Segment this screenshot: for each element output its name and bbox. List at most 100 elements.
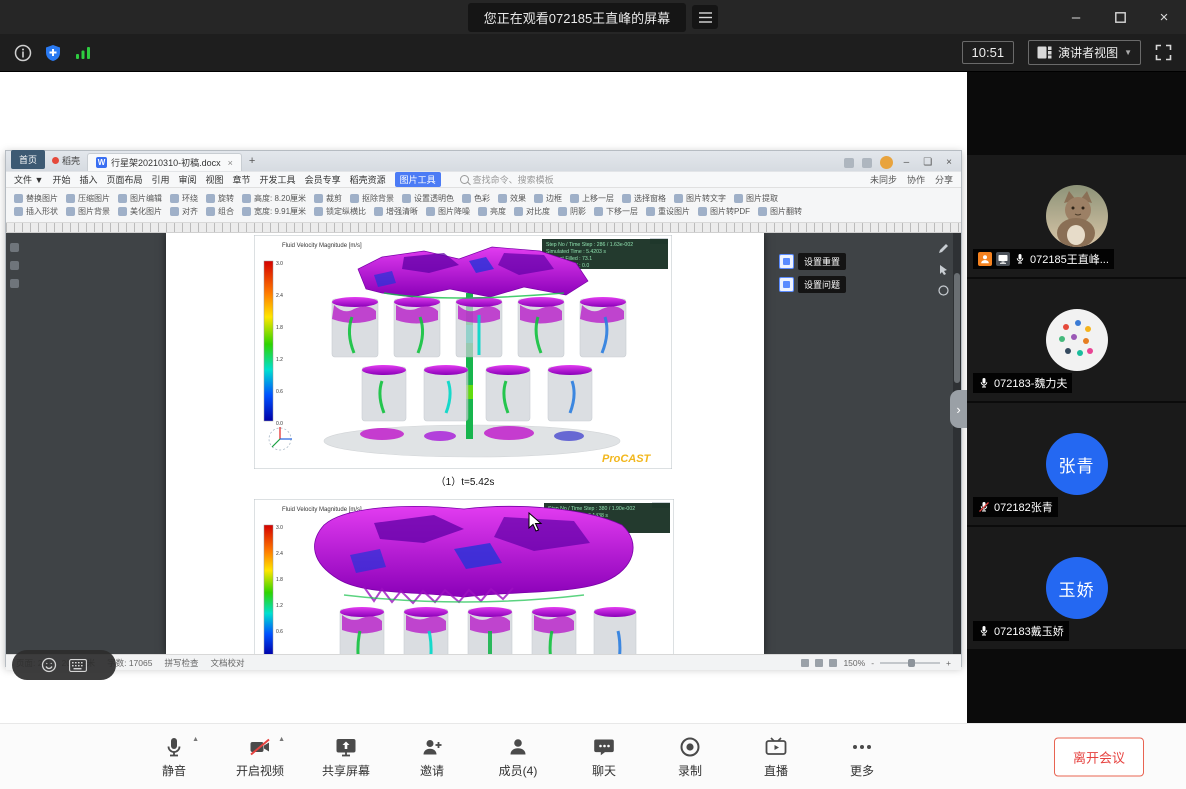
ribbon-button[interactable]: 替换图片 [14, 193, 58, 204]
float-tool-tag-2[interactable]: 设置问题 [779, 276, 846, 293]
keyboard-shortcut-button[interactable] [69, 659, 87, 672]
share-button[interactable]: 分享 [935, 173, 953, 186]
ribbon-button[interactable]: 下移一层 [594, 206, 638, 217]
ribbon-button[interactable]: 组合 [206, 206, 234, 217]
command-search[interactable]: 查找命令、搜索模板 [460, 173, 554, 186]
menu-file[interactable]: 文件 ▼ [14, 173, 43, 186]
start-video-button[interactable]: ▲ 开启视频 [235, 735, 285, 779]
wps-restore-button[interactable]: ❏ [920, 157, 935, 168]
participant-tile[interactable]: 张青 072182张青 [967, 403, 1186, 525]
ribbon-button[interactable]: 图片转PDF [698, 206, 750, 217]
network-signal-icon[interactable] [74, 45, 92, 61]
ribbon-button[interactable]: 旋转 [206, 193, 234, 204]
fullscreen-button[interactable] [1155, 44, 1172, 61]
wps-home-tab[interactable]: 首页 [11, 150, 45, 169]
sync-status[interactable]: 未同步 [870, 173, 897, 186]
sidebar-collapse-handle[interactable]: › [950, 390, 967, 428]
cursor-tool-icon[interactable] [938, 264, 949, 275]
ribbon-button[interactable]: 压缩图片 [66, 193, 110, 204]
ribbon-button[interactable]: 锁定纵横比 [314, 206, 366, 217]
menu-developer[interactable]: 开发工具 [260, 173, 296, 186]
menu-member[interactable]: 会员专享 [305, 173, 341, 186]
ribbon-button[interactable]: 设置透明色 [402, 193, 454, 204]
new-tab-button[interactable]: + [242, 155, 262, 171]
ribbon-button[interactable]: 上移一层 [570, 193, 614, 204]
simulation-figure-1[interactable]: Fluid Velocity Magnitude [m/s] Step No /… [254, 235, 672, 474]
zoom-in-button[interactable]: + [946, 658, 951, 668]
ribbon-button[interactable]: 重设图片 [646, 206, 690, 217]
doc-right-toolbar[interactable] [938, 243, 949, 296]
ribbon-button[interactable]: 边框 [534, 193, 562, 204]
pencil-icon[interactable] [938, 243, 949, 254]
menu-docer-res[interactable]: 稻壳资源 [350, 173, 386, 186]
ribbon-button[interactable]: 图片转文字 [674, 193, 726, 204]
view-mode-icon[interactable] [829, 659, 837, 667]
document-scrollbar[interactable] [953, 233, 961, 654]
wps-minimize-button[interactable]: – [901, 157, 913, 168]
doc-left-toolbar[interactable] [10, 243, 19, 288]
zoom-out-button[interactable]: - [871, 658, 874, 668]
chat-button[interactable]: 聊天 [579, 735, 629, 779]
ribbon-button[interactable]: 选择窗格 [622, 193, 666, 204]
minimize-button[interactable]: – [1054, 0, 1098, 34]
menu-home[interactable]: 开始 [52, 173, 70, 186]
float-tool-tag-1[interactable]: 设置重置 [779, 253, 846, 270]
wps-close-button[interactable]: × [943, 157, 955, 168]
menu-references[interactable]: 引用 [151, 173, 169, 186]
ribbon-button[interactable]: 阴影 [558, 206, 586, 217]
ribbon-button[interactable]: 裁剪 [314, 193, 342, 204]
ribbon-button[interactable]: 图片翻转 [758, 206, 802, 217]
menu-section[interactable]: 章节 [233, 173, 251, 186]
menu-review[interactable]: 审阅 [179, 173, 197, 186]
menu-page-layout[interactable]: 页面布局 [106, 173, 142, 186]
ribbon-button[interactable]: 高度: 8.20厘米 [242, 193, 306, 204]
wps-layout-icon[interactable] [844, 158, 854, 168]
participant-tile[interactable]: 玉娇 072183戴玉娇 [967, 527, 1186, 649]
collaborate-button[interactable]: 协作 [907, 173, 925, 186]
ribbon-button[interactable]: 对比度 [514, 206, 550, 217]
wps-document-tab[interactable]: W 行星架20210310-初稿.docx × [87, 153, 242, 171]
more-button[interactable]: 更多 [837, 735, 887, 779]
participant-tile[interactable]: 072183-魏力夫 [967, 279, 1186, 401]
ribbon-button[interactable]: 亮度 [478, 206, 506, 217]
participant-tile-presenter[interactable]: 072185王直峰... [967, 155, 1186, 277]
mute-button[interactable]: ▲ 静音 [149, 735, 199, 779]
video-options-caret[interactable]: ▲ [278, 736, 285, 743]
ribbon-button[interactable]: 增强清晰 [374, 206, 418, 217]
view-mode-icon[interactable] [815, 659, 823, 667]
title-menu-button[interactable] [692, 5, 718, 29]
view-mode-selector[interactable]: 演讲者视图 ▼ [1028, 40, 1141, 65]
tab-close-icon[interactable]: × [228, 158, 233, 168]
zoom-slider[interactable] [880, 662, 940, 664]
invite-button[interactable]: 邀请 [407, 735, 457, 779]
members-button[interactable]: 成员(4) [493, 735, 543, 779]
ribbon-button[interactable]: 图片提取 [734, 193, 778, 204]
info-icon[interactable] [14, 44, 32, 62]
leave-meeting-button[interactable]: 离开会议 [1054, 737, 1144, 776]
ribbon-button[interactable]: 色彩 [462, 193, 490, 204]
ribbon-button[interactable]: 效果 [498, 193, 526, 204]
wps-docer-tab[interactable]: 稻壳 [49, 154, 87, 171]
menu-insert[interactable]: 插入 [79, 173, 97, 186]
ribbon-button[interactable]: 对齐 [170, 206, 198, 217]
ribbon-button[interactable]: 插入形状 [14, 206, 58, 217]
share-screen-button[interactable]: 共享屏幕 [321, 735, 371, 779]
ribbon-button[interactable]: 图片背景 [66, 206, 110, 217]
menu-view[interactable]: 视图 [206, 173, 224, 186]
shield-health-icon[interactable] [45, 44, 61, 62]
scrollbar-thumb[interactable] [954, 273, 960, 383]
wps-notify-icon[interactable] [862, 158, 872, 168]
live-button[interactable]: 直播 [751, 735, 801, 779]
ribbon-button[interactable]: 抠除背景 [350, 193, 394, 204]
maximize-button[interactable] [1098, 0, 1142, 34]
ribbon-button[interactable]: 环绕 [170, 193, 198, 204]
ribbon-button[interactable]: 图片编辑 [118, 193, 162, 204]
close-button[interactable]: × [1142, 0, 1186, 34]
menu-picture-tools-active[interactable]: 图片工具 [395, 172, 441, 187]
ribbon-button[interactable]: 图片降噪 [426, 206, 470, 217]
view-mode-icon[interactable] [801, 659, 809, 667]
simulation-figure-2[interactable]: Fluid Velocity Magnitude [m/s] Step No /… [254, 499, 674, 654]
zoom-slider-thumb[interactable] [908, 659, 915, 667]
record-button[interactable]: 录制 [665, 735, 715, 779]
wps-user-avatar[interactable] [880, 156, 893, 169]
